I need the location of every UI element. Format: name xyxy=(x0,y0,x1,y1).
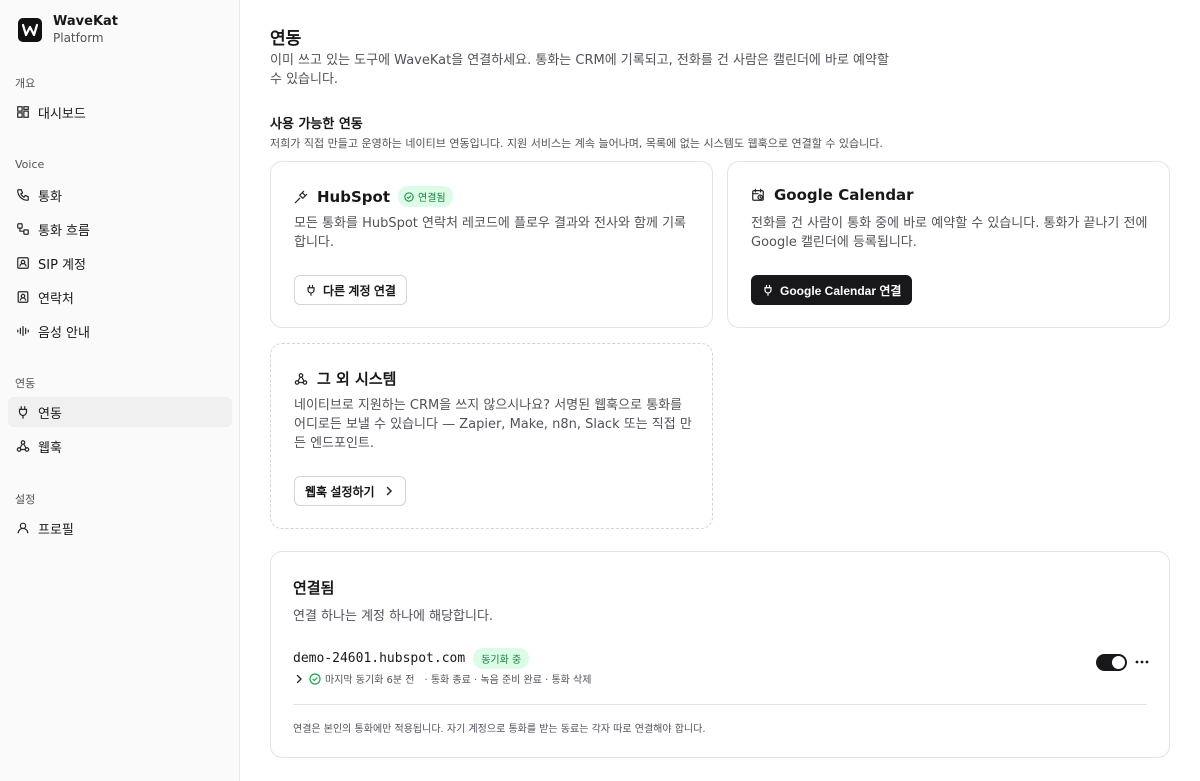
connected-badge-label: 연결됨 xyxy=(418,193,446,204)
syncing-badge: 동기화 중 xyxy=(473,648,530,669)
setup-webhook-button[interactable]: 웹훅 설정하기 xyxy=(294,476,406,506)
connected-description: 연결 하나는 계정 하나에 해당합니다. xyxy=(293,609,494,624)
sidebar-item-contacts[interactable]: 연락처 xyxy=(8,282,232,312)
dashboard-icon xyxy=(16,105,30,119)
divider xyxy=(293,704,1147,705)
sidebar-item-label: SIP 계정 xyxy=(38,257,86,273)
workflow-icon xyxy=(16,222,30,236)
sidebar-item-dashboard[interactable]: 대시보드 xyxy=(8,97,232,127)
sidebar-item-label: 대시보드 xyxy=(38,106,86,122)
sidebar-item-calls[interactable]: 통화 xyxy=(8,180,232,210)
webhook-icon xyxy=(16,439,30,453)
sidebar-item-call-flows[interactable]: 통화 흐름 xyxy=(8,214,232,244)
google-calendar-card: Google Calendar 전화를 건 사람이 통화 중에 바로 예약할 수… xyxy=(727,161,1170,328)
check-circle-icon xyxy=(309,672,321,685)
sidebar-item-integrations[interactable]: 연동 xyxy=(8,397,232,427)
plug-icon xyxy=(764,284,772,296)
brand[interactable]: WaveKat Platform xyxy=(18,14,118,46)
connected-title: 연결됨 xyxy=(293,579,335,597)
page-title: 연동 xyxy=(270,29,302,49)
sidebar-item-label: 연동 xyxy=(38,406,62,422)
nav-section-settings: 설정 xyxy=(15,493,36,506)
subscribed-events-text: · 통화 종료 · 녹음 준비 완료 · 통화 삭제 xyxy=(424,675,592,686)
sidebar-item-label: 통화 흐름 xyxy=(38,223,90,239)
hubspot-description: 모든 통화를 HubSpot 연락처 레코드에 플로우 결과와 전사와 함께 기… xyxy=(294,216,687,250)
hubspot-title: HubSpot xyxy=(317,187,390,206)
check-circle-icon xyxy=(404,191,414,202)
sidebar-item-label: 연락처 xyxy=(38,291,74,307)
account-name: demo-24601.hubspot.com xyxy=(293,651,466,666)
available-integrations-title: 사용 가능한 연동 xyxy=(270,117,363,132)
connect-google-calendar-label: Google Calendar 연결 xyxy=(780,283,902,298)
last-sync-text: 마지막 동기화 6분 전 xyxy=(325,675,415,686)
chevron-right-icon xyxy=(386,486,392,496)
google-calendar-title: Google Calendar xyxy=(774,186,914,204)
sidebar-item-label: 프로필 xyxy=(38,522,74,538)
sidebar: WaveKat Platform 개요 대시보드 Voice 통화 통화 흐름 … xyxy=(0,0,240,781)
plug-icon xyxy=(16,405,30,419)
sidebar-item-label: 음성 안내 xyxy=(38,325,90,341)
hubspot-card: HubSpot 연결됨 모든 통화를 HubSpot 연락처 레코드에 플로우 … xyxy=(270,161,713,328)
sidebar-item-label: 통화 xyxy=(38,189,62,205)
connect-another-account-button[interactable]: 다른 계정 연결 xyxy=(294,275,407,305)
toggle-knob xyxy=(1112,656,1125,669)
calendar-clock-icon xyxy=(752,188,764,201)
chevron-right-icon[interactable] xyxy=(293,673,305,685)
hubspot-icon xyxy=(294,190,308,203)
other-systems-title: 그 외 시스템 xyxy=(317,370,397,388)
account-enabled-toggle[interactable] xyxy=(1096,654,1127,671)
connected-card: 연결됨 연결 하나는 계정 하나에 해당합니다. demo-24601.hubs… xyxy=(270,551,1170,758)
brand-name: WaveKat xyxy=(53,14,118,29)
more-options-button[interactable] xyxy=(1131,652,1153,672)
more-horizontal-icon xyxy=(1135,660,1149,664)
other-systems-description: 네이티브로 지원하는 CRM을 쓰지 않으시나요? 서명된 웹훅으로 통화를 어… xyxy=(294,398,692,451)
sidebar-item-webhooks[interactable]: 웹훅 xyxy=(8,431,232,461)
brand-subtitle: Platform xyxy=(53,31,104,45)
sidebar-item-profile[interactable]: 프로필 xyxy=(8,513,232,543)
sidebar-item-sip-accounts[interactable]: SIP 계정 xyxy=(8,248,232,278)
sidebar-item-voice-prompts[interactable]: 음성 안내 xyxy=(8,316,232,346)
sync-status-row: 마지막 동기화 6분 전 · 통화 종료 · 녹음 준비 완료 · 통화 삭제 xyxy=(293,671,591,686)
other-systems-card: 그 외 시스템 네이티브로 지원하는 CRM을 쓰지 않으시나요? 서명된 웹훅… xyxy=(270,343,713,529)
contacts-icon xyxy=(16,290,30,304)
sidebar-item-label: 웹훅 xyxy=(38,440,62,456)
nav-section-integrations: 연동 xyxy=(15,377,36,390)
connect-google-calendar-button[interactable]: Google Calendar 연결 xyxy=(751,275,913,305)
sip-account-icon xyxy=(16,256,30,270)
nav-section-overview: 개요 xyxy=(15,77,36,90)
user-icon xyxy=(16,521,30,535)
nav-section-voice: Voice xyxy=(15,158,45,171)
available-integrations-description: 저희가 직접 만들고 운영하는 네이티브 연동입니다. 지원 서비스는 계속 늘… xyxy=(270,137,883,150)
plug-icon xyxy=(307,284,315,296)
setup-webhook-label: 웹훅 설정하기 xyxy=(305,484,375,499)
page-description: 이미 쓰고 있는 도구에 WaveKat을 연결하세요. 통화는 CRM에 기록… xyxy=(270,53,889,87)
audio-waveform-icon xyxy=(16,324,30,338)
webhook-icon xyxy=(294,372,308,385)
google-calendar-description: 전화를 건 사람이 통화 중에 바로 예약할 수 있습니다. 통화가 끝나기 전… xyxy=(751,216,1148,250)
account-row: demo-24601.hubspot.com 동기화 중 xyxy=(293,648,530,669)
connected-badge: 연결됨 xyxy=(398,186,453,207)
connect-another-account-label: 다른 계정 연결 xyxy=(323,283,396,298)
phone-icon xyxy=(16,188,30,202)
wavekat-logo-icon xyxy=(18,18,42,42)
connected-footnote: 연결은 본인의 통화에만 적용됩니다. 자기 계정으로 통화를 받는 동료는 각… xyxy=(293,724,706,735)
